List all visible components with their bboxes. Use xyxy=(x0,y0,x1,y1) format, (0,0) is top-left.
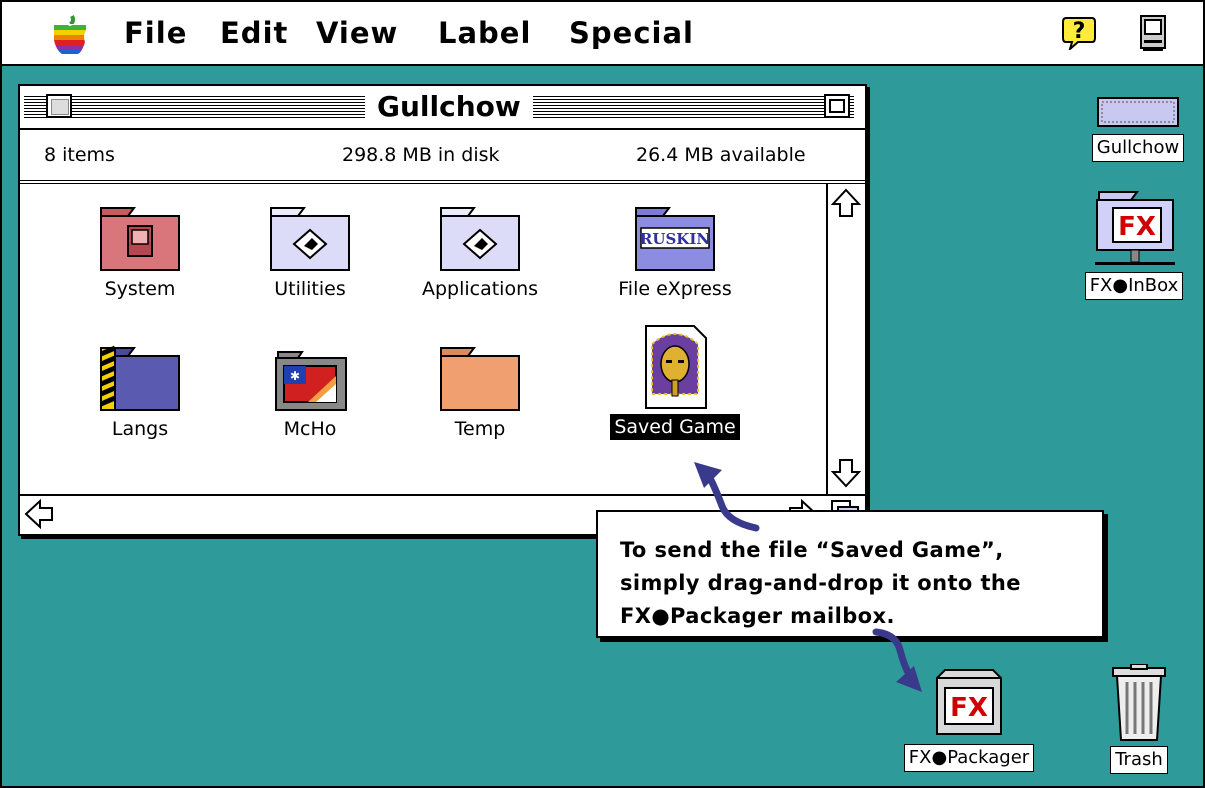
ruskin-folder-icon: RUSKIN xyxy=(635,207,715,271)
item-utilities[interactable]: Utilities xyxy=(235,204,385,302)
menu-file[interactable]: File xyxy=(124,16,187,50)
window-title: Gullchow xyxy=(365,90,533,124)
item-label: System xyxy=(104,278,176,300)
menu-special[interactable]: Special xyxy=(569,16,694,50)
window-info-bar: 8 items 298.8 MB in disk 26.4 MB availab… xyxy=(20,130,865,184)
trash-label: Trash xyxy=(1110,746,1168,774)
callout-line: simply drag-and-drop it onto the xyxy=(620,571,1021,595)
desktop-trash[interactable]: Trash xyxy=(1096,664,1182,774)
disk-available: 26.4 MB available xyxy=(636,144,806,166)
menu-label[interactable]: Label xyxy=(438,16,531,50)
item-applications[interactable]: Applications xyxy=(405,204,555,302)
svg-text:?: ? xyxy=(1073,19,1086,44)
trash-icon xyxy=(1112,664,1166,741)
window-title-bar[interactable]: Gullchow xyxy=(20,86,865,130)
svg-text:✱: ✱ xyxy=(290,369,300,383)
mcho-app-icon: ✱ xyxy=(275,351,347,411)
item-label: Saved Game xyxy=(610,414,740,440)
temp-folder-icon xyxy=(440,347,520,411)
pharaoh-document-icon xyxy=(645,325,707,409)
system-folder-icon xyxy=(100,207,180,271)
scroll-left-arrow-icon[interactable] xyxy=(22,497,56,531)
inbox-label: FX●InBox xyxy=(1084,272,1184,300)
applications-folder-icon xyxy=(440,207,520,271)
item-langs[interactable]: Langs xyxy=(65,344,215,442)
desktop-fx-packager[interactable]: FX FX●Packager xyxy=(884,666,1054,772)
instruction-callout: To send the file “Saved Game”, simply dr… xyxy=(596,510,1104,638)
item-label: File eXpress xyxy=(618,278,732,300)
menu-edit[interactable]: Edit xyxy=(220,16,288,50)
item-label: Applications xyxy=(421,278,539,300)
item-file-express[interactable]: RUSKIN File eXpress xyxy=(600,204,750,302)
items-count: 8 items xyxy=(44,144,115,166)
disk-used: 298.8 MB in disk xyxy=(342,144,500,166)
finder-app-icon[interactable] xyxy=(1138,14,1168,52)
item-label: Utilities xyxy=(274,278,346,300)
item-label: Langs xyxy=(111,418,169,440)
desktop-disk-gullchow[interactable]: Gullchow xyxy=(1076,94,1200,162)
disk-label: Gullchow xyxy=(1091,134,1185,162)
item-saved-game[interactable]: Saved Game xyxy=(600,324,750,440)
packager-label: FX●Packager xyxy=(903,744,1035,772)
fx-badge: FX xyxy=(950,693,988,723)
finder-window: Gullchow 8 items 298.8 MB in disk 26.4 M… xyxy=(18,84,867,536)
callout-line: To send the file “Saved Game”, xyxy=(620,538,1004,562)
close-box[interactable] xyxy=(46,94,72,118)
apple-icon[interactable] xyxy=(52,14,88,54)
hard-disk-icon xyxy=(1097,97,1179,127)
scroll-down-arrow-icon[interactable] xyxy=(829,456,863,490)
zoom-box[interactable] xyxy=(824,94,850,118)
item-label: McHo xyxy=(283,418,337,440)
window-content: System Utilities Applications RUSKIN Fil… xyxy=(20,184,824,494)
fx-packager-mailbox-icon: FX xyxy=(936,669,1002,735)
item-label: Temp xyxy=(454,418,506,440)
item-mcho[interactable]: ✱ McHo xyxy=(235,344,385,442)
menu-view[interactable]: View xyxy=(316,16,398,50)
desktop-fx-inbox[interactable]: FX FX●InBox xyxy=(1066,188,1202,300)
menu-bar: File Edit View Label Special ? xyxy=(2,2,1203,66)
callout-line: FX●Packager mailbox. xyxy=(620,604,895,628)
svg-text:RUSKIN: RUSKIN xyxy=(640,230,710,248)
fx-badge: FX xyxy=(1118,212,1156,242)
item-system[interactable]: System xyxy=(65,204,215,302)
fx-inbox-icon: FX xyxy=(1095,191,1175,265)
vertical-scrollbar[interactable] xyxy=(826,184,865,494)
scroll-up-arrow-icon[interactable] xyxy=(829,186,863,220)
langs-folder-icon xyxy=(100,345,180,411)
help-balloon-icon[interactable]: ? xyxy=(1062,14,1096,50)
utilities-folder-icon xyxy=(270,207,350,271)
item-temp[interactable]: Temp xyxy=(405,344,555,442)
